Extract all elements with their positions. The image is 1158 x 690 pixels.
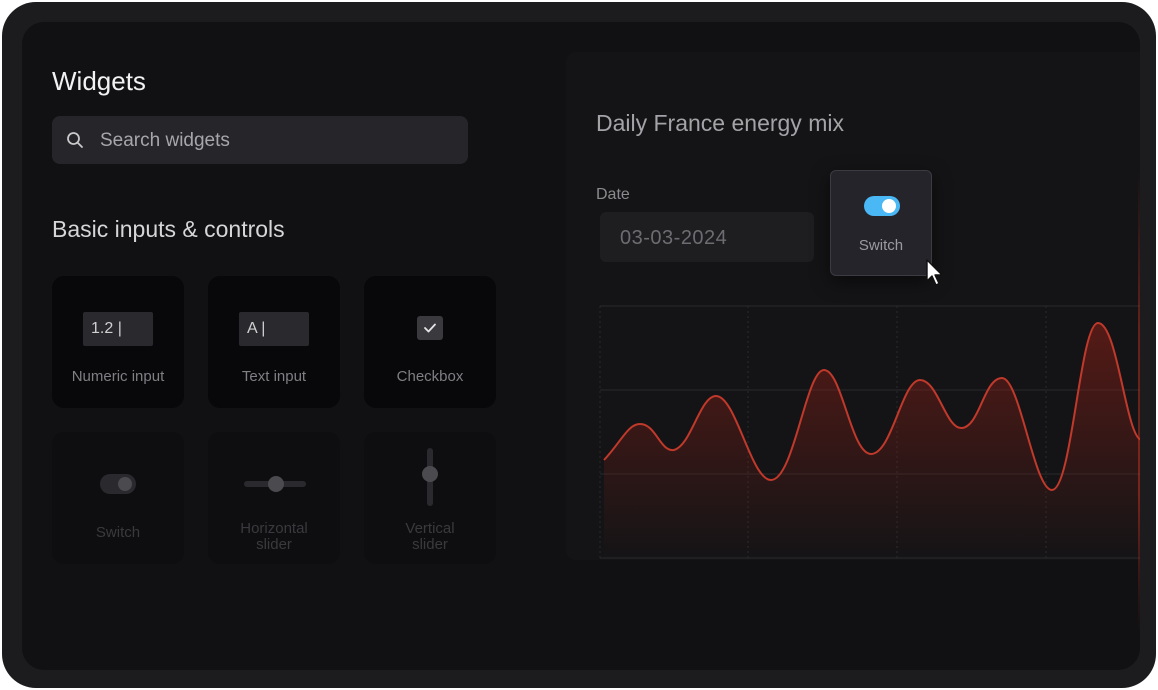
sidebar-title: Widgets [52, 66, 146, 96]
widget-label: Switch [95, 524, 141, 541]
numeric-field-preview: 1.2 | [83, 312, 153, 346]
text-field-preview: A | [239, 312, 309, 346]
switch-drag-preview[interactable]: Switch [830, 170, 932, 276]
check-icon [424, 323, 436, 333]
widget-label: Text input [241, 368, 307, 385]
widget-switch[interactable]: Switch [52, 432, 184, 564]
widget-label: Horizontal slider [240, 520, 308, 553]
numeric-preview-text: 1.2 | [91, 320, 122, 337]
drag-preview-label: Switch [858, 237, 904, 254]
app-screen: Widgets Search widgets Basic inputs & co… [22, 22, 1140, 670]
vslider-thumb [422, 466, 438, 482]
checkbox-preview [417, 316, 443, 340]
switch-knob [118, 477, 132, 491]
energy-chart [599, 305, 1140, 560]
widget-checkbox[interactable]: Checkbox [364, 276, 496, 408]
dashboard-panel: Daily France energy mix Date 03-03-2024 [566, 52, 1140, 560]
widget-numeric-input[interactable]: 1.2 | Numeric input [52, 276, 184, 408]
text-preview-text: A | [247, 320, 266, 337]
hslider-thumb [268, 476, 284, 492]
switch-preview [100, 474, 136, 494]
search-icon [67, 132, 83, 148]
search-placeholder: Search widgets [100, 130, 230, 151]
device-frame: Widgets Search widgets Basic inputs & co… [2, 2, 1156, 688]
widget-label: Checkbox [396, 368, 464, 385]
toggle-switch-on [864, 196, 900, 216]
section-title: Basic inputs & controls [52, 216, 285, 242]
widget-horizontal-slider[interactable]: Horizontal slider [208, 432, 340, 564]
cursor-icon [926, 259, 943, 286]
widget-label: Vertical slider [405, 520, 455, 553]
widget-text-input[interactable]: A | Text input [208, 276, 340, 408]
widget-label: Numeric input [71, 368, 165, 385]
search-input[interactable]: Search widgets [52, 116, 468, 164]
widget-vertical-slider[interactable]: Vertical slider [364, 432, 496, 564]
chart-edge-glow [1138, 172, 1140, 632]
